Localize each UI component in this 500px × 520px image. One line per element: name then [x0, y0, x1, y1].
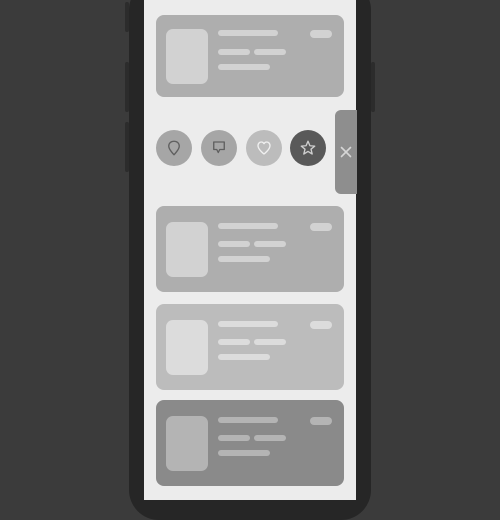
phone-power-button: [371, 62, 375, 112]
list-card[interactable]: [156, 15, 344, 97]
phone-side-button-top: [125, 2, 129, 32]
card-text-placeholder: [218, 339, 250, 345]
card-text-placeholder: [218, 64, 270, 70]
card-text-placeholder: [254, 49, 286, 55]
card-text-placeholder: [254, 241, 286, 247]
card-title-placeholder: [218, 417, 278, 423]
pin-button[interactable]: [156, 130, 192, 166]
list-card[interactable]: [156, 206, 344, 292]
close-button[interactable]: [335, 110, 357, 194]
flag-icon: [213, 141, 225, 154]
card-text-placeholder: [218, 49, 250, 55]
phone-side-button-volume-up: [125, 62, 129, 112]
card-text-placeholder: [254, 435, 286, 441]
heart-icon: [257, 141, 271, 155]
card-thumbnail: [166, 416, 208, 471]
heart-button[interactable]: [246, 130, 282, 166]
card-text-placeholder: [254, 339, 286, 345]
card-thumbnail: [166, 320, 208, 375]
star-icon: [300, 140, 316, 155]
card-title-placeholder: [218, 30, 278, 36]
star-button[interactable]: [290, 130, 326, 166]
card-text-placeholder: [218, 435, 250, 441]
phone-side-button-volume-down: [125, 122, 129, 172]
swipe-actions-row: [144, 127, 356, 173]
card-text-placeholder: [218, 241, 250, 247]
card-text-placeholder: [218, 450, 270, 456]
card-badge-placeholder: [310, 321, 332, 329]
close-icon: [340, 146, 352, 158]
list-card[interactable]: [156, 304, 344, 390]
list-card[interactable]: [156, 400, 344, 486]
pin-icon: [168, 140, 180, 156]
card-text-placeholder: [218, 354, 270, 360]
card-title-placeholder: [218, 223, 278, 229]
card-thumbnail: [166, 222, 208, 277]
app-screen: [144, 0, 356, 500]
flag-button[interactable]: [201, 130, 237, 166]
card-thumbnail: [166, 29, 208, 84]
card-badge-placeholder: [310, 417, 332, 425]
card-text-placeholder: [218, 256, 270, 262]
card-badge-placeholder: [310, 30, 332, 38]
card-badge-placeholder: [310, 223, 332, 231]
card-title-placeholder: [218, 321, 278, 327]
